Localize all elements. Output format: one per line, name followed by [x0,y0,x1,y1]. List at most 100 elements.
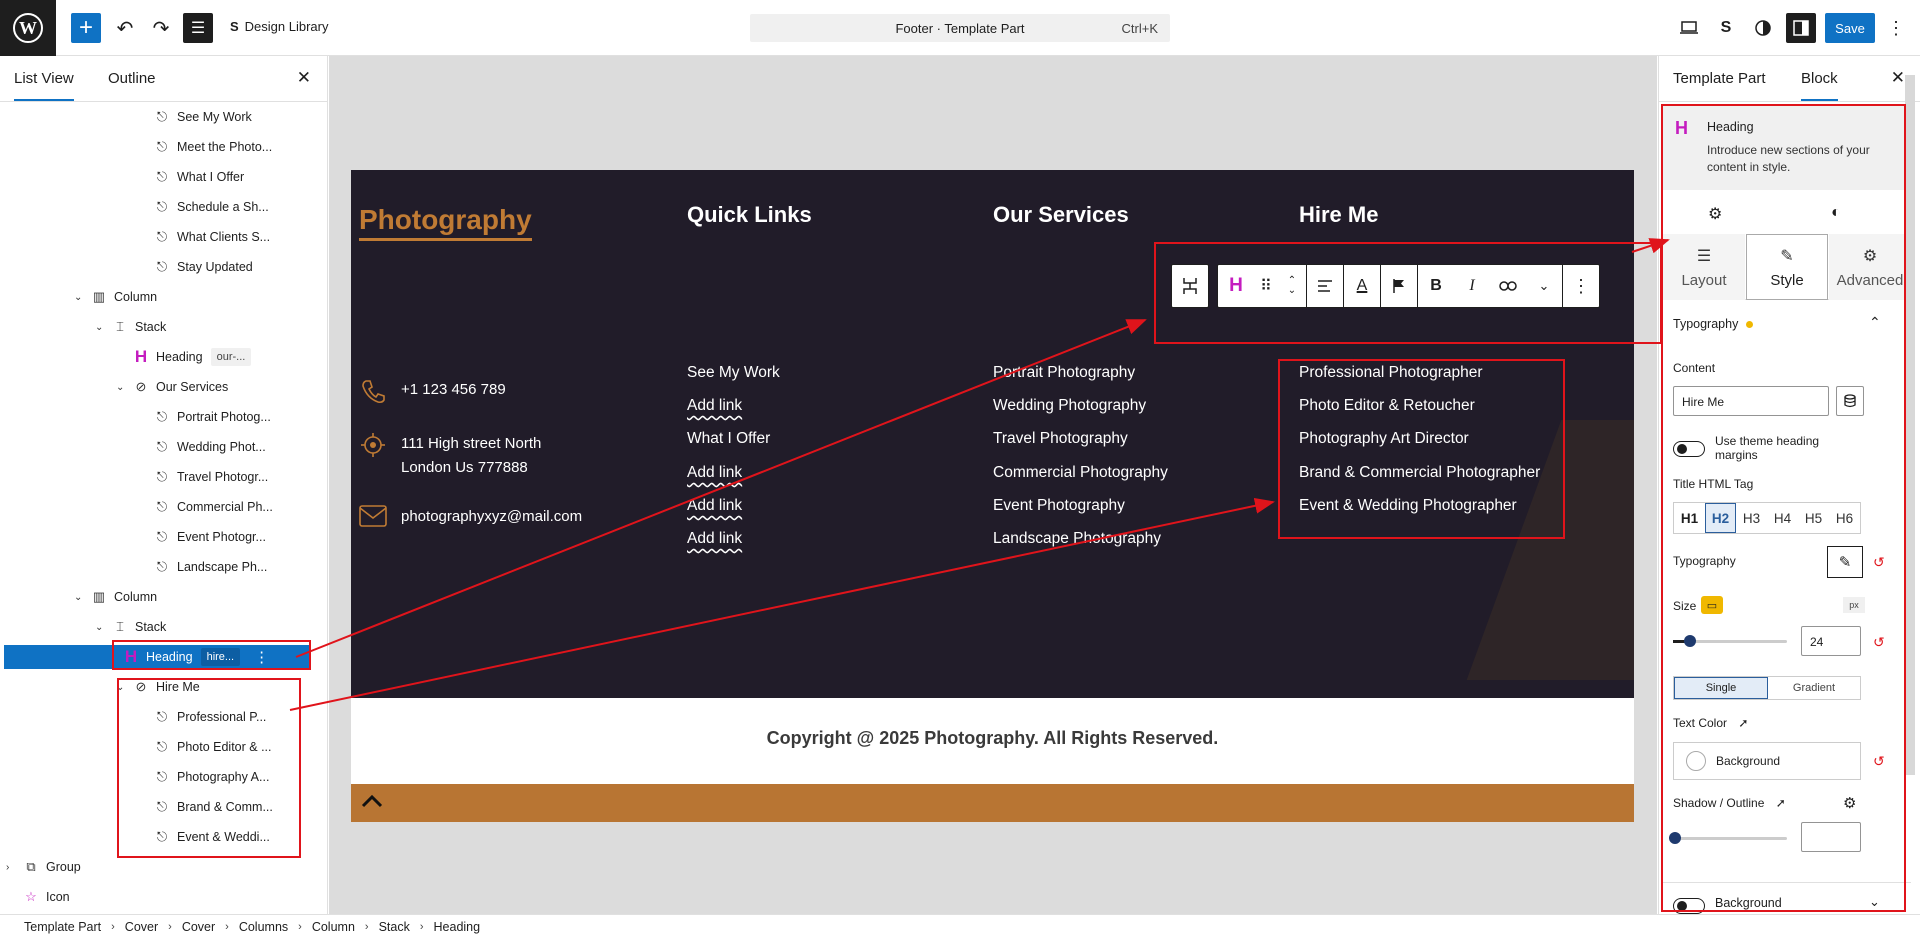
our-services-heading[interactable]: Our Services [993,202,1129,228]
list-view-item[interactable]: ⎋ Professional P... [137,705,267,729]
align-icon[interactable] [1307,265,1343,307]
tab-block[interactable]: Block [1801,70,1838,101]
list-view-item[interactable]: ☆ Icon [6,885,69,909]
edit-typography-icon[interactable]: ✎ [1827,546,1863,578]
hire-me-link[interactable]: Photo Editor & Retoucher [1299,397,1475,415]
our-services-link[interactable]: Portrait Photography [993,364,1135,382]
italic-icon[interactable]: I [1454,265,1490,307]
quick-links-link[interactable]: Add link [687,530,742,548]
block-options-icon[interactable]: ⋮ [1563,265,1599,307]
size-slider[interactable] [1673,635,1787,647]
move-up-down-icon[interactable]: ⌃ ⌄ [1278,265,1306,307]
tab-template-part[interactable]: Template Part [1673,70,1766,87]
list-view-item[interactable]: ⌄ ⊘ Our Services [116,375,228,399]
list-view-item[interactable]: ⌄ ▥ Column [74,285,157,309]
list-view-item[interactable]: ⎋ Photography A... [137,765,270,789]
command-center[interactable]: Footer · Template Part Ctrl+K [750,14,1170,42]
reset-icon[interactable]: ↺ [1873,753,1885,770]
breadcrumb-item[interactable]: Template Part [24,920,101,934]
add-block-button[interactable]: + [71,13,101,43]
our-services-link[interactable]: Travel Photography [993,430,1128,448]
list-view-item[interactable]: ⎋ Wedding Phot... [137,435,266,459]
list-view-item[interactable]: ⎋ Meet the Photo... [137,135,272,159]
chevron-icon[interactable]: ⌄ [95,322,109,333]
chevron-icon[interactable]: ⌄ [74,592,88,603]
text-color-picker[interactable]: Background [1673,742,1861,780]
close-icon[interactable]: ✕ [297,68,311,88]
chevron-icon[interactable]: ⌄ [116,382,130,393]
list-view-item[interactable]: ⎋ Event Photogr... [137,525,266,549]
color-mode-gradient[interactable]: Gradient [1768,677,1860,699]
our-services-link[interactable]: Wedding Photography [993,397,1146,415]
list-view-item[interactable]: ⎋ Stay Updated [137,255,253,279]
contact-address[interactable]: 111 High street North London Us 777888 [359,432,541,480]
shadow-slider[interactable] [1669,832,1787,844]
shadow-settings-gear-icon[interactable]: ⚙ [1843,794,1856,812]
list-view-item[interactable]: ⎋ Landscape Ph... [137,555,268,579]
quick-links-heading[interactable]: Quick Links [687,202,812,228]
tab-style[interactable]: ✎ Style [1746,234,1828,300]
slider-handle[interactable] [1669,832,1681,844]
tag-h1[interactable]: H1 [1674,503,1705,533]
quick-links-link[interactable]: Add link [687,397,742,415]
flag-icon[interactable] [1381,265,1417,307]
our-services-link[interactable]: Event Photography [993,497,1125,515]
list-view-item[interactable]: H Heading hire... ⋮ [4,645,309,669]
breadcrumb-item[interactable]: Heading [434,920,481,934]
tab-layout[interactable]: ☰ Layout [1663,234,1745,300]
slider-handle[interactable] [1684,635,1697,647]
quick-links-link[interactable]: Add link [687,464,742,482]
bold-icon[interactable]: B [1418,265,1454,307]
heading-block-icon[interactable]: H [1218,265,1254,307]
list-view-item[interactable]: ⎋ What I Offer [137,165,244,189]
list-view-item[interactable]: ⎋ See My Work [137,105,252,129]
expand-chevron-icon[interactable]: ⌄ [1869,894,1880,910]
settings-gear-icon[interactable]: ⚙ [1708,204,1722,224]
options-menu-icon[interactable]: ⋮ [1881,13,1911,43]
contact-phone[interactable]: +1 123 456 789 [359,378,506,409]
settings-sidebar-icon[interactable] [1786,13,1816,43]
dynamic-content-icon[interactable] [1836,386,1864,416]
tab-advanced[interactable]: ⚙ Advanced [1829,234,1911,300]
list-view-item[interactable]: › ⧉ Group [6,855,81,879]
chevron-icon[interactable]: ⌄ [116,682,130,693]
collapse-chevron-icon[interactable]: ⌃ [1869,314,1881,331]
styles-icon[interactable] [1748,13,1778,43]
reset-icon[interactable]: ↺ [1873,554,1885,571]
hover-state-icon[interactable]: ➚ [1776,796,1786,810]
save-button[interactable]: Save [1825,13,1875,43]
footer-brand-heading[interactable]: Photography [359,204,532,241]
tag-h6[interactable]: H6 [1829,503,1860,533]
list-view-item[interactable]: ⌄ ⌶ Stack [95,615,166,639]
tag-h5[interactable]: H5 [1798,503,1829,533]
color-mode-single[interactable]: Single [1674,677,1768,699]
quick-links-link[interactable]: Add link [687,497,742,515]
list-view-item[interactable]: ⎋ What Clients S... [137,225,270,249]
tag-h3[interactable]: H3 [1736,503,1767,533]
theme-margins-toggle[interactable] [1673,441,1705,457]
text-color-icon[interactable]: A [1344,265,1380,307]
hire-me-heading[interactable]: Hire Me [1299,202,1378,228]
shadow-input[interactable] [1801,822,1861,852]
hire-me-link[interactable]: Event & Wedding Photographer [1299,497,1517,515]
desktop-device-icon[interactable]: ▭ [1701,596,1723,614]
select-parent-stack-icon[interactable] [1172,265,1208,307]
size-input[interactable]: 24 [1801,626,1861,656]
tag-h2[interactable]: H2 [1705,503,1736,533]
styles-contrast-icon[interactable]: ◐ [1831,204,1841,222]
chevron-icon[interactable]: ⌄ [95,622,109,633]
list-view-item[interactable]: ⌄ ⌶ Stack [95,315,166,339]
copyright-text[interactable]: Copyright @ 2025 Photography. All Rights… [351,728,1634,749]
link-icon[interactable] [1490,265,1526,307]
reset-icon[interactable]: ↺ [1873,634,1885,651]
tag-h4[interactable]: H4 [1767,503,1798,533]
drag-handle-icon[interactable]: ⠿ [1254,265,1278,307]
breadcrumb-item[interactable]: Cover [125,920,158,934]
chevron-icon[interactable]: › [6,862,20,873]
list-view-item[interactable]: ⌄ ⊘ Hire Me [116,675,200,699]
tab-outline[interactable]: Outline [108,70,156,87]
wordpress-logo[interactable]: W [0,0,56,56]
chevron-icon[interactable]: ⌄ [74,292,88,303]
list-view-item[interactable]: ⎋ Event & Weddi... [137,825,270,849]
hire-me-link[interactable]: Brand & Commercial Photographer [1299,464,1540,482]
